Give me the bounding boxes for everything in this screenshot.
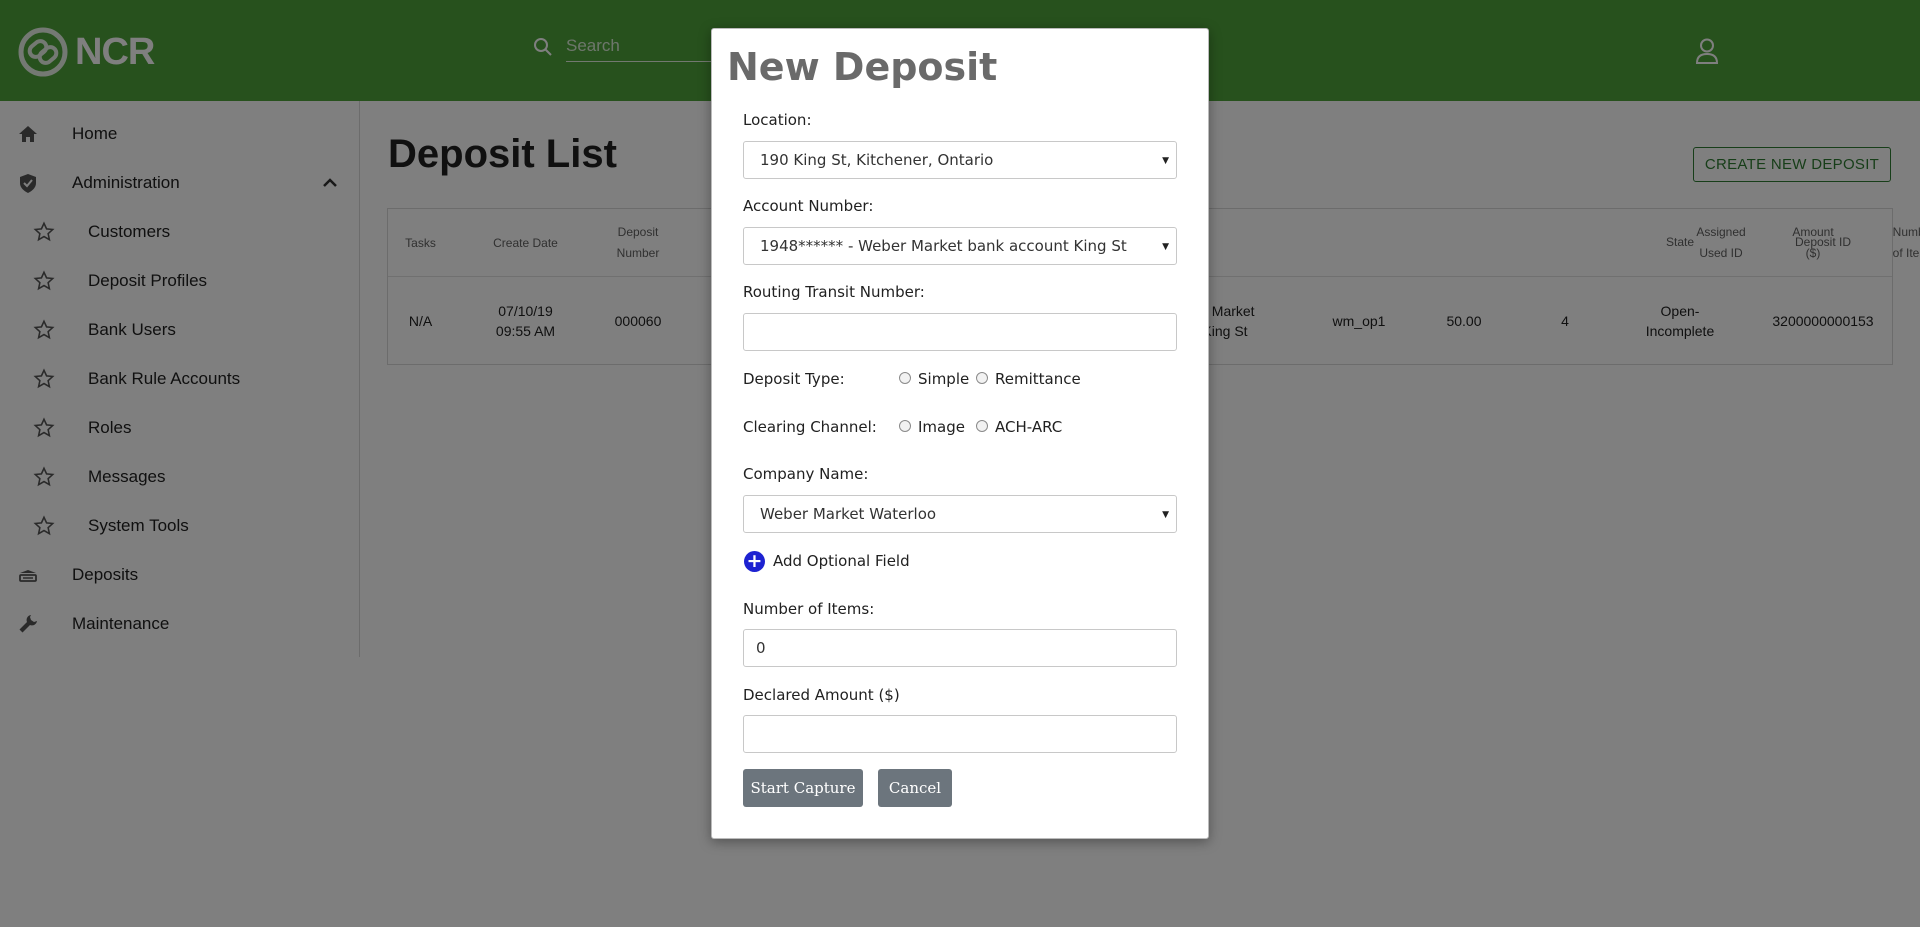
modal-title: New Deposit [727, 45, 998, 89]
location-value: 190 King St, Kitchener, Ontario [760, 151, 994, 169]
dropdown-caret-icon: ▼ [1162, 510, 1169, 520]
deposit-type-simple-radio[interactable] [899, 372, 911, 384]
routing-transit-input[interactable] [743, 313, 1177, 351]
deposit-type-remittance-label: Remittance [995, 370, 1081, 388]
dropdown-caret-icon: ▼ [1162, 156, 1169, 166]
start-capture-button[interactable]: Start Capture [743, 769, 863, 807]
add-optional-field-link[interactable]: Add Optional Field [773, 552, 910, 570]
clearing-ach-arc-radio[interactable] [976, 420, 988, 432]
cancel-button[interactable]: Cancel [878, 769, 952, 807]
location-label: Location: [743, 111, 812, 129]
account-number-value: 1948****** - Weber Market bank account K… [760, 237, 1127, 255]
declared-amount-label: Declared Amount ($) [743, 686, 900, 704]
company-name-select[interactable]: Weber Market Waterloo ▼ [743, 495, 1177, 533]
account-number-select[interactable]: 1948****** - Weber Market bank account K… [743, 227, 1177, 265]
company-name-value: Weber Market Waterloo [760, 505, 937, 523]
company-name-label: Company Name: [743, 465, 869, 483]
declared-amount-input[interactable] [743, 715, 1177, 753]
add-circle-icon[interactable]: + [744, 551, 765, 572]
clearing-channel-label: Clearing Channel: [743, 418, 877, 436]
number-of-items-label: Number of Items: [743, 600, 875, 618]
deposit-type-remittance-radio[interactable] [976, 372, 988, 384]
deposit-type-label: Deposit Type: [743, 370, 845, 388]
routing-transit-label: Routing Transit Number: [743, 283, 925, 301]
account-number-label: Account Number: [743, 197, 874, 215]
location-select[interactable]: 190 King St, Kitchener, Ontario ▼ [743, 141, 1177, 179]
deposit-type-simple-label: Simple [918, 370, 970, 388]
clearing-ach-arc-label: ACH-ARC [995, 418, 1063, 436]
number-of-items-input[interactable]: 0 [743, 629, 1177, 667]
clearing-image-radio[interactable] [899, 420, 911, 432]
new-deposit-modal: New Deposit Location: 190 King St, Kitch… [711, 28, 1209, 839]
clearing-image-label: Image [918, 418, 965, 436]
dropdown-caret-icon: ▼ [1162, 242, 1169, 252]
